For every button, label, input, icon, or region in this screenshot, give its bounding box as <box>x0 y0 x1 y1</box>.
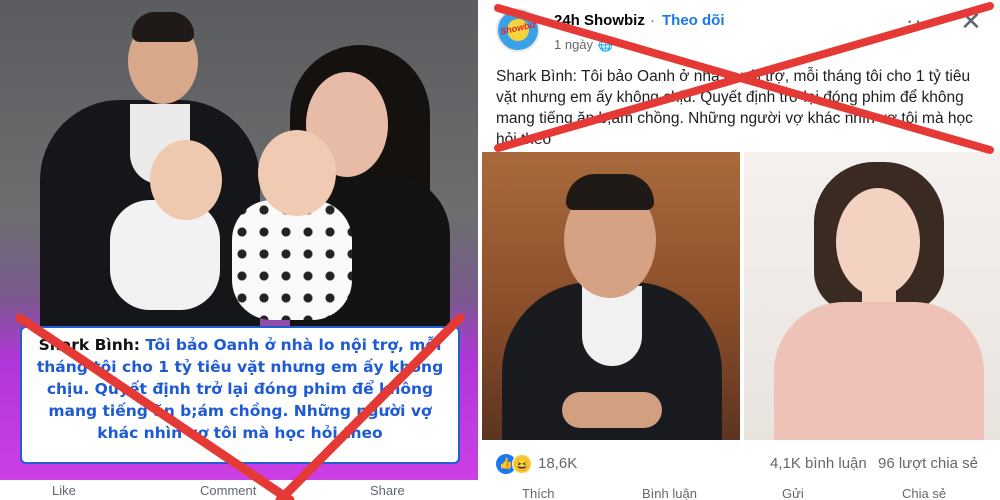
more-options-icon[interactable]: ··· <box>906 8 931 34</box>
globe-icon: 🌐 <box>598 38 613 52</box>
avatar-logo-text: Showbiz <box>499 19 538 37</box>
post-image-man[interactable] <box>482 152 740 440</box>
separator-dot: · <box>650 12 655 29</box>
woman-pink-dress <box>774 302 984 440</box>
page-avatar[interactable]: Showbiz <box>496 8 540 52</box>
baby-left-head <box>150 140 222 220</box>
baby-right-body <box>232 200 352 320</box>
left-share-button[interactable]: Share <box>370 483 405 498</box>
post-text: Shark Bình: Tôi bảo Oanh ở nhà lo nội tr… <box>496 68 973 148</box>
facebook-post: Showbiz 24h Showbiz · Theo dõi 1 ngày · … <box>482 0 1000 500</box>
left-comment-button[interactable]: Comment <box>200 483 256 498</box>
baby-right-head <box>258 130 336 216</box>
comments-count[interactable]: 4,1K bình luận <box>770 455 867 472</box>
reactions-bar: 👍 😆 18,6K 4,1K bình luận 96 lượt chia sẻ <box>482 448 1000 478</box>
post-header: Showbiz 24h Showbiz · Theo dõi 1 ngày · … <box>482 0 1000 60</box>
quote-caption-box: Shark Bình: Tôi bảo Oanh ở nhà lo nội tr… <box>20 326 460 464</box>
left-like-button[interactable]: Like <box>52 483 76 498</box>
close-icon[interactable]: ✕ <box>960 6 982 37</box>
post-time[interactable]: 1 ngày · <box>554 37 601 52</box>
reaction-count[interactable]: 18,6K <box>538 455 577 472</box>
man-hair-photo <box>566 174 654 210</box>
haha-reaction-icon[interactable]: 😆 <box>512 454 532 474</box>
post-image-woman[interactable] <box>744 152 1000 440</box>
like-button[interactable]: Thích <box>522 486 555 500</box>
comment-button[interactable]: Bình luận <box>642 486 697 500</box>
man-hands <box>562 392 662 428</box>
right-action-bar: Thích Bình luận Gửi Chia sẻ <box>482 484 1000 500</box>
post-time-label: 1 ngày <box>554 37 594 52</box>
man-shirt-collar <box>582 286 642 366</box>
share-button[interactable]: Chia sẻ <box>902 486 946 500</box>
baby-left-body <box>110 200 220 310</box>
shares-count[interactable]: 96 lượt chia sẻ <box>878 455 978 472</box>
page-name[interactable]: 24h Showbiz <box>554 12 645 29</box>
man-hair <box>132 12 194 42</box>
send-button[interactable]: Gửi <box>782 486 804 500</box>
left-post-panel: Shark Bình: Tôi bảo Oanh ở nhà lo nội tr… <box>0 0 478 500</box>
left-action-bar: Like Comment Share <box>0 480 478 500</box>
woman-face-photo <box>836 188 920 296</box>
follow-button[interactable]: Theo dõi <box>662 12 725 29</box>
caption-prefix: Shark Bình: <box>38 336 140 354</box>
